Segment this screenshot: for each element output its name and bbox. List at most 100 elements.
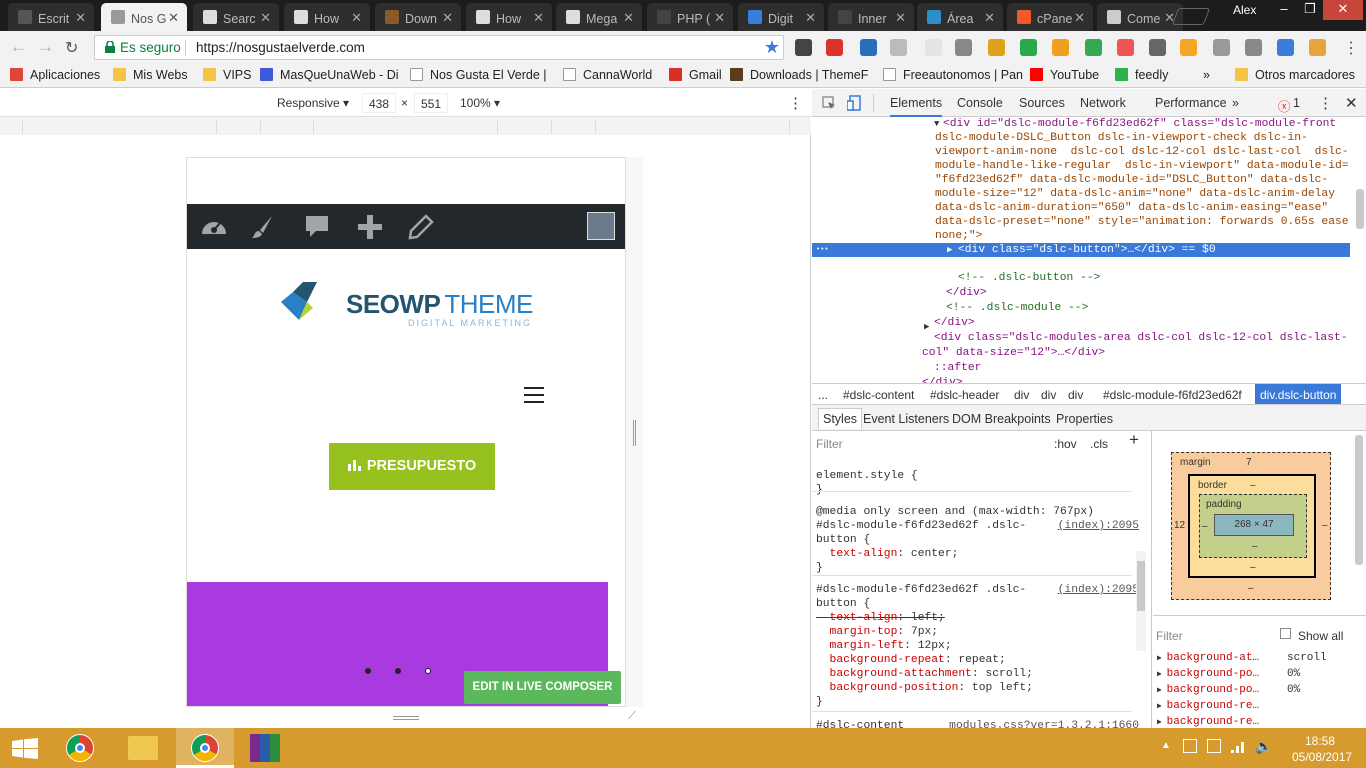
show-all-checkbox[interactable] xyxy=(1280,628,1291,639)
info-ext-icon[interactable] xyxy=(1020,39,1037,56)
bookmark-item[interactable]: Downloads | ThemeF xyxy=(730,68,868,82)
style-line[interactable]: button { xyxy=(816,597,870,611)
breadcrumb-item[interactable]: #dslc-module-f6fd23ed62f xyxy=(1103,388,1242,402)
media-query-ruler[interactable] xyxy=(0,117,811,135)
winrar-icon[interactable] xyxy=(250,734,280,762)
device-height-input[interactable]: 551 xyxy=(414,93,448,113)
pocket-ext-icon[interactable] xyxy=(795,39,812,56)
device-width-input[interactable]: 438 xyxy=(362,93,396,113)
node-actions-icon[interactable]: ••• xyxy=(816,243,829,257)
browser-tab[interactable]: How ✕ xyxy=(466,3,552,31)
prime-ext-icon[interactable] xyxy=(1180,39,1197,56)
css-source-link[interactable]: (index):2095 xyxy=(1058,583,1139,597)
dashboard-icon[interactable] xyxy=(200,214,228,238)
dom-line[interactable]: ::after xyxy=(934,361,1366,375)
browser-tab[interactable]: Down ✕ xyxy=(375,3,461,31)
dom-line[interactable]: none;"> xyxy=(935,229,1366,243)
style-line[interactable]: margin-top: 7px; xyxy=(816,625,939,639)
device-toggle-icon[interactable] xyxy=(847,95,861,111)
expand-triangle-icon[interactable]: ▶ xyxy=(1157,654,1167,663)
browser-tab[interactable]: Inner ✕ xyxy=(828,3,914,31)
reload-icon[interactable]: ↻ xyxy=(65,38,78,58)
off-ext-icon[interactable] xyxy=(1309,39,1326,56)
dom-line[interactable]: <!-- .dslc-module --> xyxy=(946,301,1366,315)
expand-triangle-icon[interactable]: ▶ xyxy=(1157,702,1167,711)
resize-corner-icon[interactable]: ⟋ xyxy=(628,710,636,723)
css-property[interactable]: background-repeat xyxy=(816,654,945,666)
tab-elements[interactable]: Elements xyxy=(890,96,943,117)
pinterest-ext-icon[interactable] xyxy=(1117,39,1134,56)
windows-start-icon[interactable] xyxy=(12,738,38,760)
styles-scrollbar[interactable] xyxy=(1136,551,1146,651)
bulb-ext-icon[interactable] xyxy=(1149,39,1166,56)
style-line[interactable]: #dslc-content xyxy=(816,719,904,728)
battery-icon[interactable] xyxy=(1207,739,1221,753)
tab-performance[interactable]: Performance xyxy=(1155,96,1227,110)
browser-tab[interactable]: Nos G ✕ xyxy=(101,3,187,31)
chrome-taskbar-icon[interactable] xyxy=(66,734,94,762)
style-line[interactable]: } xyxy=(816,483,823,497)
expand-triangle-icon[interactable]: ▶ xyxy=(1157,686,1167,695)
tab-close-icon[interactable]: ✕ xyxy=(805,10,816,26)
browser-tab[interactable]: Searc ✕ xyxy=(193,3,279,31)
elements-tree[interactable]: ▼ <div id="dslc-module-f6fd23ed62f" class… xyxy=(812,117,1366,383)
device-more-icon[interactable]: ⋮ xyxy=(788,94,803,112)
devtools-menu-icon[interactable]: ⋮ xyxy=(1318,94,1333,112)
bookmark-item[interactable]: Freeautonomos | Pan xyxy=(883,68,1023,82)
tab-network[interactable]: Network xyxy=(1080,96,1126,110)
bookmark-item[interactable]: Nos Gusta El Verde | xyxy=(410,68,547,82)
style-line[interactable]: button { xyxy=(816,533,870,547)
box-content[interactable]: 268 × 47 xyxy=(1214,514,1294,536)
edit-ext-icon[interactable] xyxy=(1213,39,1230,56)
other-bookmarks[interactable]: Otros marcadores xyxy=(1235,68,1355,82)
bookmark-item[interactable]: Mis Webs xyxy=(113,68,188,82)
dom-line[interactable]: viewport-anim-none dslc-col dslc-12-col … xyxy=(935,145,1366,159)
seo-ext-icon[interactable] xyxy=(1052,39,1069,56)
resize-handle-right[interactable] xyxy=(633,420,636,446)
tab-close-icon[interactable]: ✕ xyxy=(75,10,86,26)
clock-time[interactable]: 18:58 xyxy=(1305,734,1335,748)
css-property[interactable]: text-align xyxy=(816,548,898,560)
dom-line[interactable]: module-handle-like-regular dslc-in-viewp… xyxy=(935,159,1366,173)
bookmark-item[interactable]: Aplicaciones xyxy=(10,68,100,82)
dom-line[interactable]: </div> xyxy=(922,376,1366,383)
circle-ext-icon[interactable] xyxy=(925,39,942,56)
plus-icon[interactable] xyxy=(357,214,383,240)
styles-pane[interactable]: Filter :hov .cls + element.style {} @medi… xyxy=(812,431,1152,728)
expand-triangle-icon[interactable]: ▼ xyxy=(934,117,939,131)
dom-line[interactable]: <!-- .dslc-button --> xyxy=(958,271,1366,285)
styles-filter-input[interactable]: Filter xyxy=(816,437,843,451)
tools-ext-icon[interactable] xyxy=(988,39,1005,56)
tab-close-icon[interactable]: ✕ xyxy=(168,10,179,26)
breadcrumb-item[interactable]: #dslc-header xyxy=(930,388,999,402)
bookmark-item[interactable]: VIPS xyxy=(203,68,252,82)
breadcrumb-item[interactable]: div.dslc-button xyxy=(1255,384,1342,404)
inspect-icon[interactable] xyxy=(822,96,836,110)
box-margin[interactable]: margin 7 12 – – border – – padding – – 2… xyxy=(1171,452,1331,600)
back-icon[interactable]: ← xyxy=(10,37,27,57)
browser-tab[interactable]: Área ✕ xyxy=(917,3,1003,31)
tab-sources[interactable]: Sources xyxy=(1019,96,1065,110)
style-line[interactable]: background-attachment: scroll; xyxy=(816,667,1033,681)
subtab-properties[interactable]: Properties xyxy=(1056,412,1113,426)
tab-close-icon[interactable]: ✕ xyxy=(442,10,453,26)
bookmarks-overflow[interactable]: » xyxy=(1203,68,1210,82)
tab-close-icon[interactable]: ✕ xyxy=(533,10,544,26)
bookmark-star-icon[interactable]: ★ xyxy=(764,37,780,58)
css-property[interactable]: background-position xyxy=(816,682,959,694)
css-property[interactable]: background-attachment xyxy=(816,668,972,680)
forward-icon[interactable]: → xyxy=(37,37,54,57)
shield-ext-icon[interactable] xyxy=(955,39,972,56)
style-line[interactable]: @media only screen and (max-width: 767px… xyxy=(816,505,1094,519)
layers-ext-icon[interactable] xyxy=(1085,39,1102,56)
computed-row[interactable]: ▶ background-re… xyxy=(1157,716,1357,728)
browser-tab[interactable]: Digit ✕ xyxy=(738,3,824,31)
slider-dot[interactable] xyxy=(365,668,371,674)
dom-line[interactable]: <div id="dslc-module-f6fd23ed62f" class=… xyxy=(943,117,1366,131)
computed-row[interactable]: ▶ background-po… 0% xyxy=(1157,668,1357,680)
dom-line[interactable]: module-size="12" data-dslc-anim="none" d… xyxy=(935,187,1366,201)
css-property[interactable]: text-align xyxy=(816,612,898,624)
logo-wordmark[interactable]: SEOWP THEME xyxy=(346,289,533,320)
close-devtools-icon[interactable]: ✕ xyxy=(1345,94,1358,112)
breadcrumb-item[interactable]: #dslc-content xyxy=(843,388,914,402)
